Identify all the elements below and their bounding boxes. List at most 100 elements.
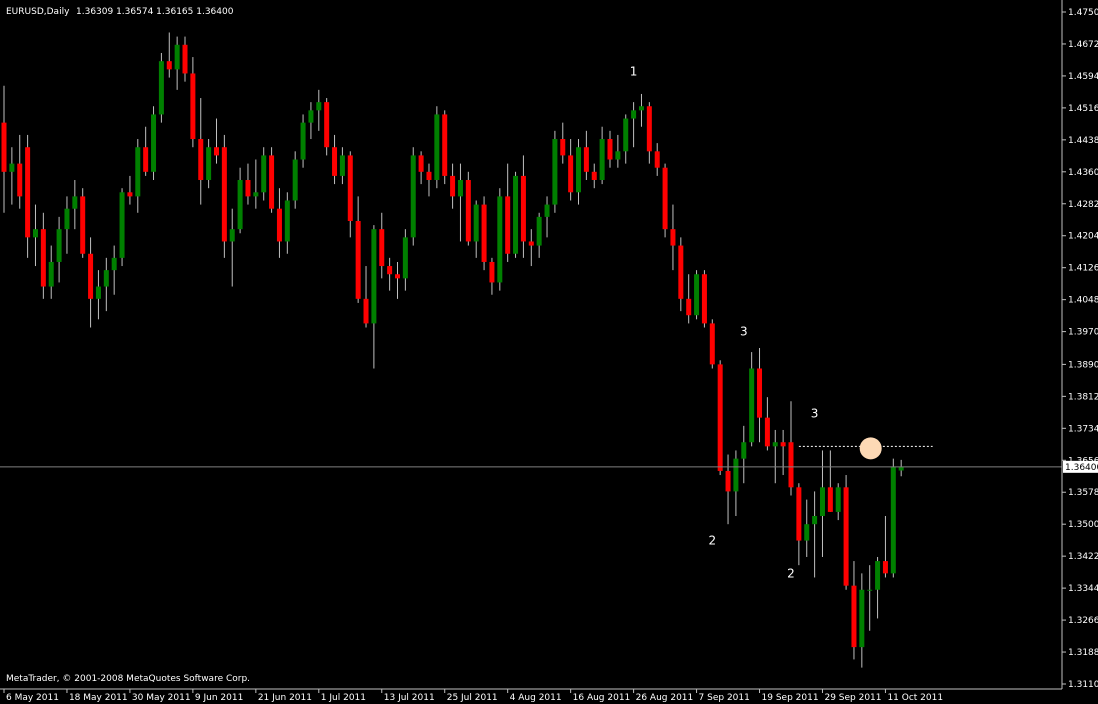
candle-body — [450, 175, 456, 197]
candle-body — [764, 417, 770, 447]
candle — [465, 171, 471, 246]
candle-body — [867, 589, 873, 591]
candle-body — [1, 122, 7, 172]
candle-body — [544, 204, 550, 217]
candle-body — [819, 487, 825, 516]
candle-body — [410, 155, 416, 238]
x-tick-label: 30 May 2011 — [132, 693, 191, 703]
candle — [151, 106, 157, 180]
y-tick-label: 1.47500 — [1068, 8, 1098, 18]
candle — [324, 98, 330, 156]
candle-body — [245, 180, 251, 197]
candle-body — [686, 298, 692, 316]
candle-body — [851, 585, 857, 648]
wave-label: 2 — [708, 534, 716, 548]
y-tick-label: 1.35000 — [1068, 520, 1098, 530]
candle-body — [166, 61, 172, 70]
candle — [434, 106, 440, 189]
candle — [717, 360, 723, 476]
candle — [442, 110, 448, 185]
candle-body — [536, 216, 542, 246]
candle — [890, 458, 896, 578]
x-tick-label: 21 Jun 2011 — [258, 693, 312, 703]
x-tick-label: 1 Jul 2011 — [321, 693, 366, 703]
y-tick-label: 1.35780 — [1068, 488, 1098, 498]
candle-body — [631, 110, 637, 119]
candle-body — [182, 44, 188, 74]
candle-body — [237, 180, 243, 230]
candle-body — [292, 159, 298, 201]
copyright-text: MetaTrader, © 2001-2008 MetaQuotes Softw… — [6, 674, 250, 684]
candle — [481, 196, 487, 271]
candle-body — [198, 139, 204, 180]
candle-body — [694, 274, 700, 316]
candle-body — [741, 442, 747, 459]
candlestick-chart[interactable]: 1 3 2 3 2 1.47500 1.46720 1.45940 1.45160 1.4438… — [0, 0, 1098, 704]
candle — [513, 171, 519, 258]
candle-body — [812, 516, 818, 525]
y-tick-label: 1.31100 — [1068, 680, 1098, 690]
candle-body — [190, 73, 196, 140]
candle-body — [859, 589, 865, 648]
candle-body — [576, 147, 582, 193]
candle-body — [111, 257, 117, 271]
candle-body — [395, 274, 400, 279]
candle — [662, 163, 668, 238]
candle-body — [733, 458, 739, 492]
ohlc-readout: 1.36309 1.36574 1.36165 1.36400 — [76, 7, 234, 17]
y-tick-label: 1.42820 — [1068, 200, 1098, 210]
candle-body — [599, 139, 605, 180]
candle — [158, 52, 164, 123]
candle-body — [40, 229, 46, 287]
candle-body — [418, 155, 424, 172]
candle-body — [363, 298, 369, 324]
candle-body — [623, 118, 629, 152]
candle-body — [64, 208, 70, 230]
candle-body — [489, 261, 495, 283]
candle-body — [276, 208, 282, 242]
candle-body — [213, 147, 219, 156]
candle-body — [591, 171, 597, 180]
x-tick-label: 6 May 2011 — [6, 693, 59, 703]
candle-body — [701, 274, 707, 324]
candle-body — [505, 196, 511, 254]
candle — [694, 270, 700, 320]
highlight-marker — [859, 437, 882, 460]
candle-body — [253, 192, 259, 197]
candle — [221, 134, 227, 258]
candle-body — [457, 180, 463, 197]
y-tick-label: 1.31880 — [1068, 648, 1098, 658]
y-tick-label: 1.43600 — [1068, 168, 1098, 178]
candle-body — [229, 229, 235, 242]
candle-body — [371, 229, 377, 324]
chart-title: EURUSD,Daily — [6, 7, 70, 17]
x-tick-label: 18 May 2011 — [69, 693, 128, 703]
candle-body — [434, 114, 440, 180]
candle — [119, 188, 125, 267]
candle-body — [835, 487, 841, 512]
candle-body — [300, 122, 306, 160]
candle-body — [206, 147, 212, 180]
candle-body — [654, 151, 660, 168]
candle-body — [269, 155, 275, 209]
x-tick-label: 26 Aug 2011 — [636, 693, 694, 703]
candle-body — [804, 524, 810, 541]
candle-body — [882, 561, 888, 574]
chart-window[interactable]: 1 3 2 3 2 1.47500 1.46720 1.45940 1.45160 1.4438… — [0, 0, 1098, 704]
candle-body — [757, 368, 763, 418]
candle — [843, 475, 849, 590]
y-tick-label: 1.46720 — [1068, 40, 1098, 50]
x-tick-label: 9 Jun 2011 — [195, 693, 243, 703]
candle-body — [465, 180, 471, 242]
y-tick-label: 1.38900 — [1068, 360, 1098, 370]
candle-body — [843, 487, 849, 586]
y-tick-label: 1.34220 — [1068, 552, 1098, 562]
candle-body — [583, 147, 589, 172]
candle-body — [528, 241, 534, 246]
candle-body — [788, 442, 794, 488]
candle-body — [324, 102, 330, 148]
candle-body — [355, 220, 361, 299]
candle-body — [284, 200, 290, 242]
candle-body — [638, 106, 644, 111]
candle-body — [95, 286, 101, 299]
